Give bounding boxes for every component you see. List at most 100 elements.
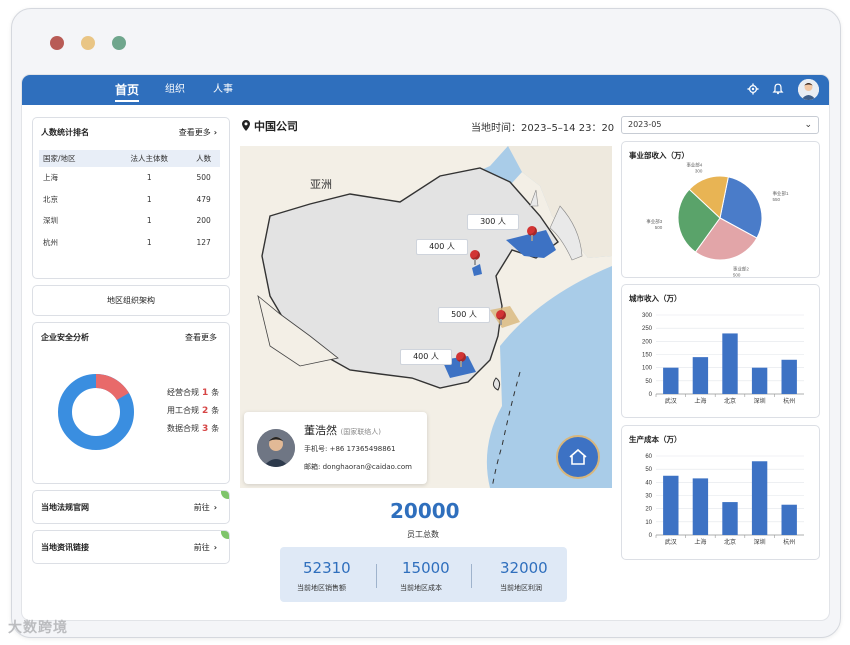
bar[interactable] (722, 333, 738, 394)
window-controls (50, 36, 126, 50)
org-structure-label: 地区组织架构 (107, 296, 155, 305)
cell-headcount: 479 (196, 194, 211, 204)
security-item-unit: 条 (211, 406, 220, 415)
month-select[interactable]: 2023-05 ⌄ (621, 116, 819, 134)
bar[interactable] (781, 504, 797, 535)
dashboard: 首页 组织 人事 人数统计排名 查看更多 › 国家/地区 法人主体数 人数 上海 1… (22, 75, 829, 620)
rank-more-link[interactable]: 查看更多 › (179, 127, 217, 138)
y-tick-label: 200 (642, 339, 653, 345)
pie-label: 500 (733, 273, 741, 277)
go-label: 前往 (193, 503, 210, 512)
y-tick-label: 250 (642, 326, 653, 332)
nav-home[interactable]: 首页 (115, 75, 140, 105)
chevron-right-icon: › (213, 128, 217, 137)
regulation-link-row[interactable]: 当地法规官网 前往 › (32, 490, 230, 524)
maximize-dot[interactable] (112, 36, 126, 50)
bar[interactable] (692, 357, 709, 394)
contact-card: 董浩然 (国家联络人) 手机号: +86 17365498861 邮箱: don… (244, 412, 427, 484)
col-region: 国家/地区 (39, 150, 112, 167)
table-row[interactable]: 深圳 1 200 (39, 210, 220, 232)
y-tick-label: 300 (642, 313, 653, 319)
rank-card: 人数统计排名 查看更多 › 国家/地区 法人主体数 人数 上海 1 500 北京 1 47… (32, 117, 230, 279)
map-pin-icon[interactable] (470, 250, 480, 265)
divider (376, 564, 377, 588)
bar[interactable] (722, 502, 738, 535)
rank-title: 人数统计排名 (41, 128, 89, 137)
table-row[interactable]: 北京 1 479 (39, 189, 220, 211)
location-pin-icon (242, 120, 250, 134)
gear-icon[interactable] (746, 83, 760, 97)
divider (471, 564, 472, 588)
bar[interactable] (692, 478, 709, 535)
map-pin-icon[interactable] (496, 310, 506, 325)
marker-label: 500 人 (438, 307, 490, 323)
contact-phone[interactable]: +86 17365498861 (330, 445, 396, 453)
regional-stats: 52310 当前地区销售额 15000 当前地区成本 32000 当前地区利润 (280, 547, 567, 602)
security-more-link[interactable]: 查看更多 (185, 332, 217, 343)
pie-label: 事业部3 (646, 218, 662, 225)
profit-caption: 当前地区利润 (500, 584, 542, 592)
pie-label: 500 (655, 225, 663, 230)
avatar[interactable] (798, 79, 819, 100)
security-item-count: 2 (202, 406, 209, 416)
y-tick-label: 150 (642, 353, 653, 359)
pie-chart: 事业部1550事业部2500事业部3500事业部4300 (646, 162, 789, 277)
map-pin-icon[interactable] (456, 352, 466, 367)
security-title: 企业安全分析 (41, 333, 89, 342)
sales-value: 52310 (303, 559, 351, 577)
minimize-dot[interactable] (81, 36, 95, 50)
nav-organization[interactable]: 组织 (165, 75, 185, 105)
bar[interactable] (663, 367, 679, 394)
news-link-row[interactable]: 当地资讯链接 前往 › (32, 530, 230, 564)
home-icon (569, 448, 587, 465)
company-title: 中国公司 (254, 120, 298, 133)
pie-label: 事业部1 (773, 190, 789, 197)
close-dot[interactable] (50, 36, 64, 50)
cell-entities: 1 (146, 194, 152, 204)
x-tick-label: 北京 (724, 397, 736, 405)
y-tick-label: 100 (642, 366, 653, 372)
month-select-value: 2023-05 (628, 120, 662, 129)
col-headcount: 人数 (187, 150, 220, 167)
bell-icon[interactable] (771, 83, 785, 97)
y-tick-label: 10 (645, 520, 652, 526)
security-item-label: 用工合规 (167, 406, 199, 415)
y-tick-label: 20 (645, 507, 652, 513)
news-go[interactable]: 前往 › (194, 542, 217, 553)
new-badge (221, 491, 229, 499)
x-tick-label: 上海 (694, 538, 706, 546)
chevron-right-icon: › (213, 503, 217, 512)
pie-label: 550 (773, 197, 781, 202)
bar[interactable] (663, 475, 679, 535)
cost-value: 15000 (402, 559, 450, 577)
home-map-button[interactable] (556, 435, 600, 479)
bar-chart: 0 50 100 150 200 250 300 武汉 上海 北京 深圳 杭州 (642, 313, 804, 405)
y-tick-label: 60 (645, 454, 652, 460)
cell-headcount: 127 (196, 237, 211, 247)
contact-name: 董浩然 (304, 424, 337, 437)
cell-headcount: 500 (196, 173, 211, 183)
x-tick-label: 杭州 (783, 538, 795, 546)
org-structure-button[interactable]: 地区组织架构 (32, 285, 230, 316)
nav-personnel[interactable]: 人事 (213, 75, 233, 105)
bar[interactable] (781, 359, 797, 394)
table-row[interactable]: 上海 1 500 (39, 167, 220, 189)
local-time-value: 2023–5–14 23：20 (521, 123, 615, 134)
city-income-card: 城市收入（万） 0 50 100 150 200 250 300 武汉 上海 北京 深圳 杭州 (621, 284, 820, 418)
contact-email[interactable]: donghaoran@caidao.com (323, 463, 412, 471)
marker-label: 400 人 (416, 239, 468, 255)
bar[interactable] (751, 367, 768, 394)
col-entities: 法人主体数 (111, 150, 188, 167)
pie-label: 事业部4 (686, 162, 702, 169)
cell-entities: 1 (146, 237, 152, 247)
x-tick-label: 上海 (694, 397, 706, 405)
security-item-count: 3 (202, 424, 209, 434)
regulation-go[interactable]: 前往 › (194, 502, 217, 513)
news-link-label: 当地资讯链接 (41, 543, 89, 552)
table-row[interactable]: 杭州 1 127 (39, 232, 220, 254)
security-item-unit: 条 (211, 424, 220, 433)
marker-label: 400 人 (400, 349, 452, 365)
bar[interactable] (751, 461, 768, 535)
map-pin-icon[interactable] (527, 226, 537, 241)
donut-segment-risk (95, 374, 129, 401)
